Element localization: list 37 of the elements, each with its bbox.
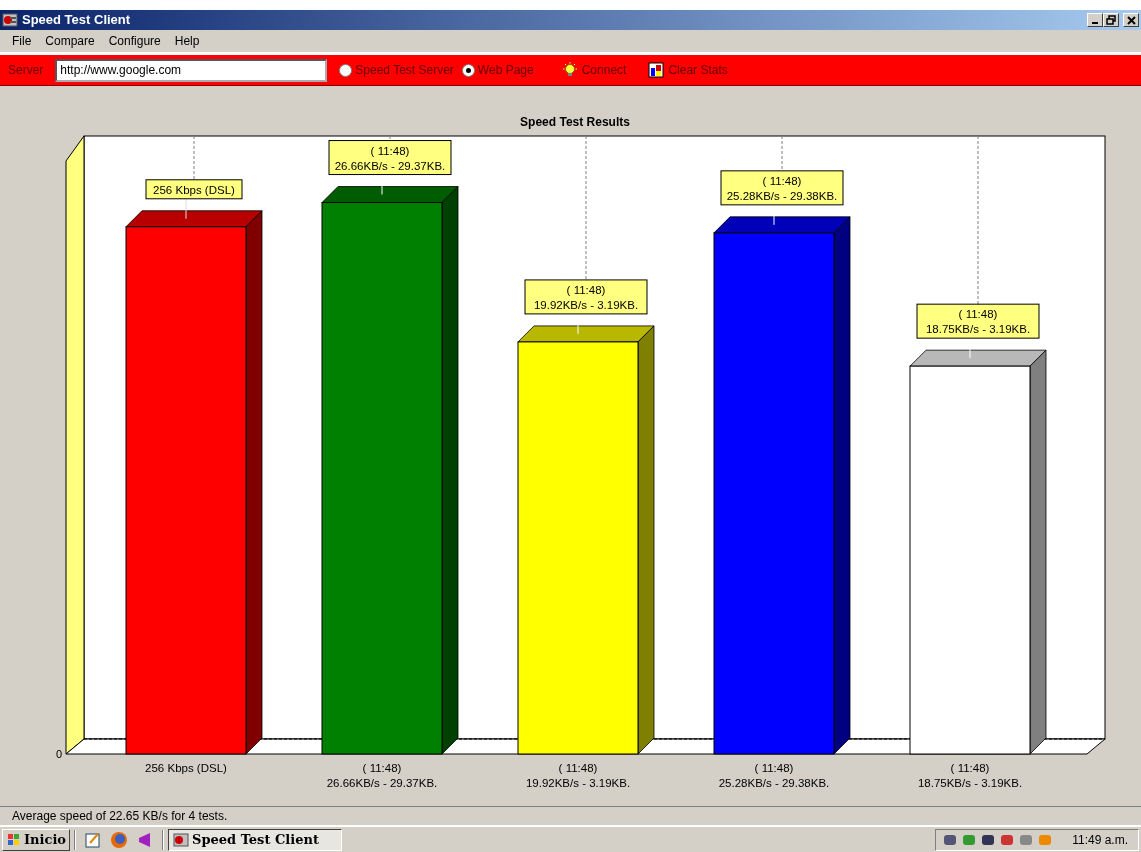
app-icon bbox=[173, 831, 189, 848]
taskbar-button[interactable]: Speed Test Client bbox=[168, 828, 342, 851]
chart-title: Speed Test Results bbox=[520, 115, 630, 129]
windows-flag-icon bbox=[6, 831, 22, 848]
restore-button[interactable] bbox=[1103, 13, 1119, 27]
chart-icon bbox=[648, 62, 665, 78]
data-callout: ( 11:48) 19.92KB/s - 3.19KB. bbox=[524, 279, 648, 315]
data-callout: ( 11:48) 18.75KB/s - 3.19KB. bbox=[916, 303, 1040, 339]
radio-button[interactable] bbox=[339, 63, 353, 77]
notepad-icon[interactable] bbox=[84, 830, 102, 849]
start-button[interactable]: Inicio bbox=[2, 828, 70, 851]
category-label: 256 Kbps (DSL) bbox=[145, 762, 227, 774]
category-label: ( 11:48) 26.66KB/s - 29.37KB. bbox=[326, 762, 438, 789]
radio-button[interactable] bbox=[461, 63, 475, 77]
axis-tick-label: 0 bbox=[55, 748, 62, 760]
minimize-button[interactable] bbox=[1087, 13, 1103, 27]
category-label: ( 11:48) 18.75KB/s - 3.19KB. bbox=[917, 762, 1023, 789]
data-callout: ( 11:48) 26.66KB/s - 29.37KB. bbox=[328, 140, 452, 176]
restore-icon bbox=[1106, 15, 1116, 25]
menu-item[interactable]: Configure bbox=[100, 32, 167, 50]
menu-item[interactable]: Help bbox=[166, 32, 206, 50]
menu-item[interactable]: File bbox=[4, 32, 38, 50]
window-title: Speed Test Client bbox=[22, 11, 131, 30]
close-button[interactable] bbox=[1123, 13, 1139, 27]
data-callout: ( 11:48) 25.28KB/s - 29.38KB. bbox=[720, 170, 844, 206]
globe-icon[interactable] bbox=[110, 830, 128, 849]
category-label: ( 11:48) 25.28KB/s - 29.38KB. bbox=[718, 762, 830, 789]
app-icon bbox=[2, 12, 18, 28]
close-icon bbox=[1126, 15, 1136, 25]
clock: 11:49 a.m. bbox=[1072, 831, 1128, 849]
status-text: Average speed of 22.65 KB/s for 4 tests. bbox=[12, 808, 228, 825]
data-callout: 256 Kbps (DSL) bbox=[145, 179, 243, 200]
menu-item[interactable]: Compare bbox=[37, 32, 101, 50]
lightbulb-icon bbox=[561, 62, 578, 78]
server-label: Server bbox=[8, 62, 44, 79]
url-field[interactable]: http://www.google.com bbox=[55, 58, 328, 82]
category-label: ( 11:48) 19.92KB/s - 3.19KB. bbox=[525, 762, 631, 789]
